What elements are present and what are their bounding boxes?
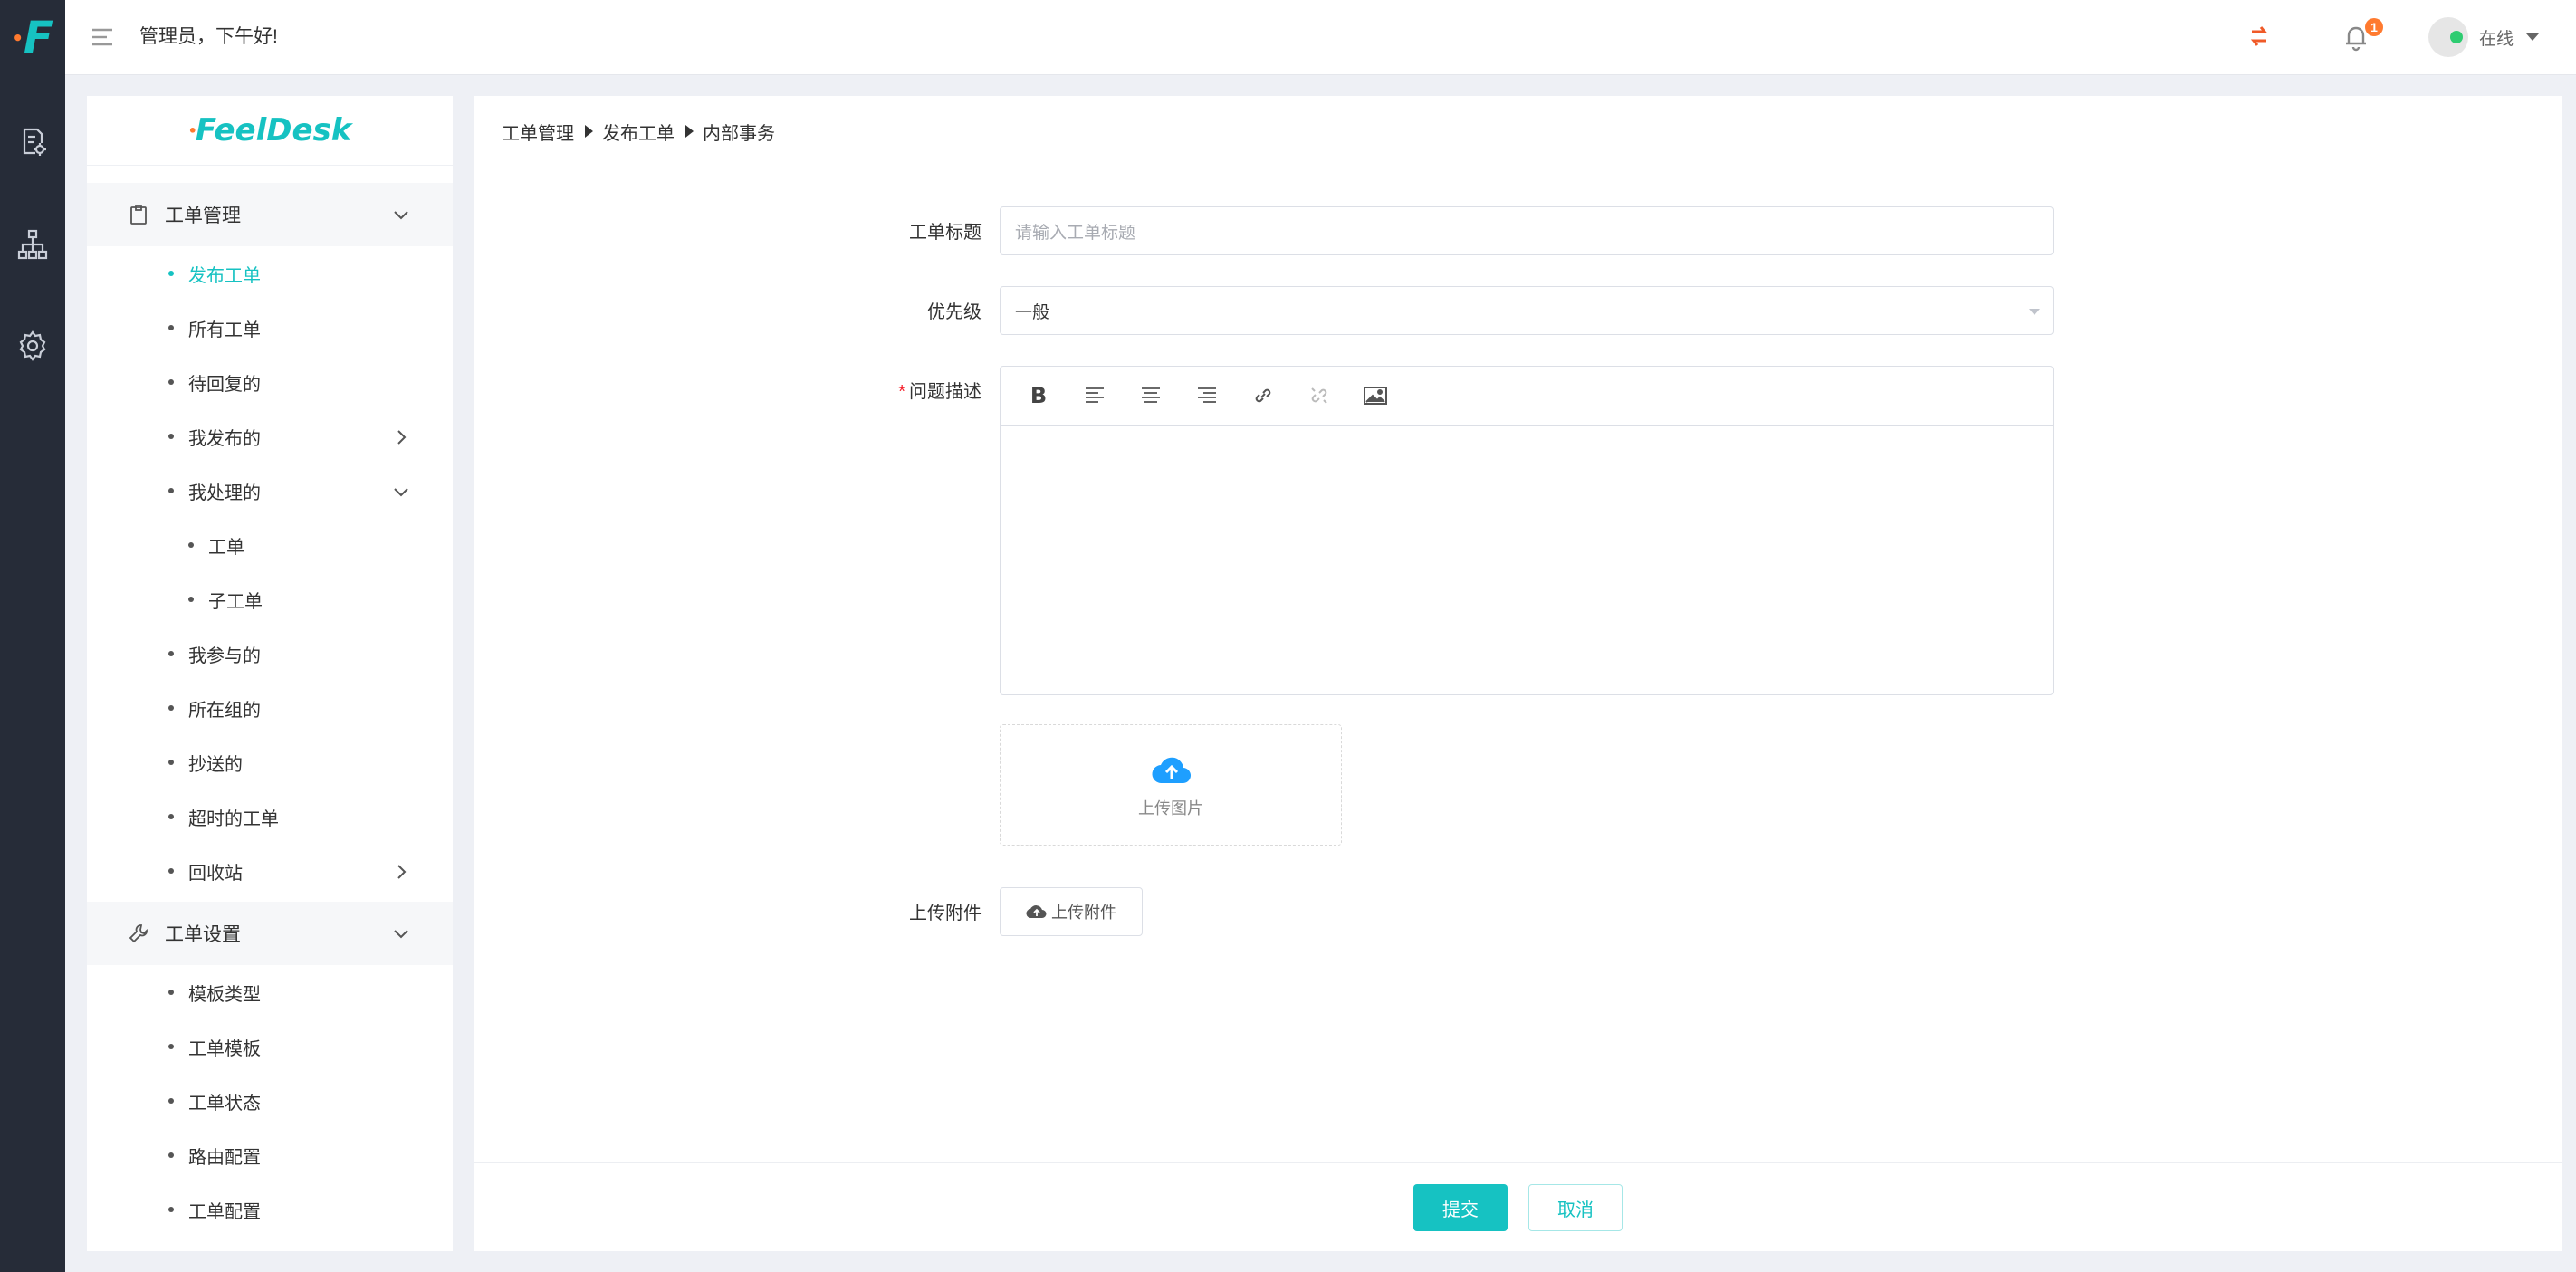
ticket-title-label: 工单标题 bbox=[909, 223, 982, 243]
breadcrumb-item[interactable]: 工单管理 bbox=[502, 119, 574, 145]
priority-select[interactable]: 一般 bbox=[1000, 286, 2054, 335]
description-label: * 问题描述 bbox=[898, 382, 982, 402]
menu-toggle-icon[interactable] bbox=[91, 25, 114, 49]
sidebar-subitem-ticket[interactable]: 工单 bbox=[188, 527, 244, 563]
unlink-icon[interactable] bbox=[1305, 381, 1334, 410]
attachment-label: 上传附件 bbox=[909, 904, 982, 923]
sidebar-item-ticket-templates[interactable]: 工单模板 bbox=[168, 1028, 261, 1065]
sidebar-item-publish-ticket[interactable]: 发布工单 bbox=[168, 255, 261, 292]
image-icon[interactable] bbox=[1361, 381, 1390, 410]
breadcrumb: 工单管理 发布工单 内部事务 bbox=[502, 116, 775, 147]
breadcrumb-item: 内部事务 bbox=[703, 123, 775, 144]
caret-right-icon bbox=[585, 125, 593, 138]
align-center-icon[interactable] bbox=[1136, 381, 1165, 410]
cloud-upload-icon bbox=[1152, 757, 1192, 784]
divider bbox=[474, 1162, 2562, 1163]
sidebar-item-template-types[interactable]: 模板类型 bbox=[168, 974, 261, 1010]
section-label: 工单设置 bbox=[165, 924, 241, 945]
section-label: 工单管理 bbox=[165, 206, 241, 226]
required-marker: * bbox=[898, 382, 905, 402]
sidebar-section-ticket-management[interactable]: 工单管理 bbox=[87, 183, 453, 246]
ticket-settings-icon[interactable] bbox=[0, 114, 65, 168]
brand-logo: • FeelDesk bbox=[87, 96, 453, 166]
clipboard-icon bbox=[130, 205, 147, 225]
sidebar: • FeelDesk 工单管理 发布工单 所有工单 待回复的 我发布的 我处理的 … bbox=[87, 96, 453, 1251]
avatar[interactable] bbox=[2428, 17, 2468, 57]
sidebar-item-ticket-config[interactable]: 工单配置 bbox=[168, 1191, 261, 1228]
greeting-text: 管理员，下午好! bbox=[139, 26, 278, 47]
bold-icon[interactable]: B bbox=[1024, 381, 1053, 410]
sidebar-item-my-handled[interactable]: 我处理的 bbox=[168, 473, 261, 509]
caret-right-icon bbox=[685, 125, 694, 138]
sidebar-item-routing[interactable]: 路由配置 bbox=[168, 1137, 261, 1173]
cancel-button[interactable]: 取消 bbox=[1528, 1184, 1623, 1231]
wrench-icon bbox=[129, 924, 148, 943]
chevron-down-icon[interactable] bbox=[391, 482, 411, 502]
align-right-icon[interactable] bbox=[1192, 381, 1221, 410]
align-left-icon[interactable] bbox=[1080, 381, 1109, 410]
main-panel: 工单管理 发布工单 内部事务 工单标题 请输入工单标题 优先级 一般 * 问题描述… bbox=[474, 96, 2562, 1251]
priority-label: 优先级 bbox=[927, 302, 982, 322]
sync-icon[interactable] bbox=[2243, 20, 2275, 53]
sidebar-item-ticket-status[interactable]: 工单状态 bbox=[168, 1083, 261, 1119]
org-structure-icon[interactable] bbox=[0, 217, 65, 272]
sidebar-item-participated[interactable]: 我参与的 bbox=[168, 636, 261, 672]
breadcrumb-item[interactable]: 发布工单 bbox=[602, 119, 675, 145]
rich-text-editor[interactable]: B bbox=[1000, 366, 2054, 695]
top-bar: 管理员，下午好! 1 在线 bbox=[65, 0, 2576, 75]
sidebar-item-pending-reply[interactable]: 待回复的 bbox=[168, 364, 261, 400]
ticket-title-input[interactable]: 请输入工单标题 bbox=[1000, 206, 2054, 255]
sidebar-subitem-sub-ticket[interactable]: 子工单 bbox=[188, 581, 263, 617]
sidebar-item-recycle-bin[interactable]: 回收站 bbox=[168, 853, 243, 889]
gear-icon[interactable] bbox=[0, 319, 65, 373]
status-label: 在线 bbox=[2479, 29, 2514, 49]
chevron-right-icon[interactable] bbox=[391, 862, 411, 882]
upload-image-label: 上传图片 bbox=[1138, 799, 1203, 818]
app-logo[interactable]: •F bbox=[0, 11, 65, 65]
sidebar-item-overdue[interactable]: 超时的工单 bbox=[168, 799, 279, 835]
link-icon[interactable] bbox=[1249, 381, 1278, 410]
caret-down-icon bbox=[2029, 309, 2040, 315]
left-rail: •F bbox=[0, 0, 65, 1272]
cloud-upload-icon bbox=[1026, 905, 1047, 919]
notification-badge: 1 bbox=[2365, 18, 2383, 36]
sidebar-item-my-published[interactable]: 我发布的 bbox=[168, 418, 261, 454]
submit-button[interactable]: 提交 bbox=[1413, 1184, 1508, 1231]
sidebar-item-all-tickets[interactable]: 所有工单 bbox=[168, 310, 261, 346]
upload-image-area[interactable]: 上传图片 bbox=[1000, 724, 1342, 846]
sidebar-section-ticket-settings[interactable]: 工单设置 bbox=[87, 902, 453, 965]
editor-toolbar: B bbox=[1001, 367, 2053, 426]
priority-value: 一般 bbox=[1015, 302, 1050, 322]
online-indicator bbox=[2450, 31, 2463, 43]
caret-down-icon[interactable] bbox=[2526, 33, 2540, 41]
sidebar-item-cc[interactable]: 抄送的 bbox=[168, 744, 243, 780]
upload-attachment-button[interactable]: 上传附件 bbox=[1000, 887, 1143, 936]
chevron-right-icon[interactable] bbox=[391, 427, 411, 447]
status-menu[interactable]: 在线 bbox=[2428, 16, 2540, 58]
chevron-down-icon[interactable] bbox=[391, 205, 411, 225]
sidebar-item-my-group[interactable]: 所在组的 bbox=[168, 690, 261, 726]
chevron-down-icon[interactable] bbox=[391, 923, 411, 943]
